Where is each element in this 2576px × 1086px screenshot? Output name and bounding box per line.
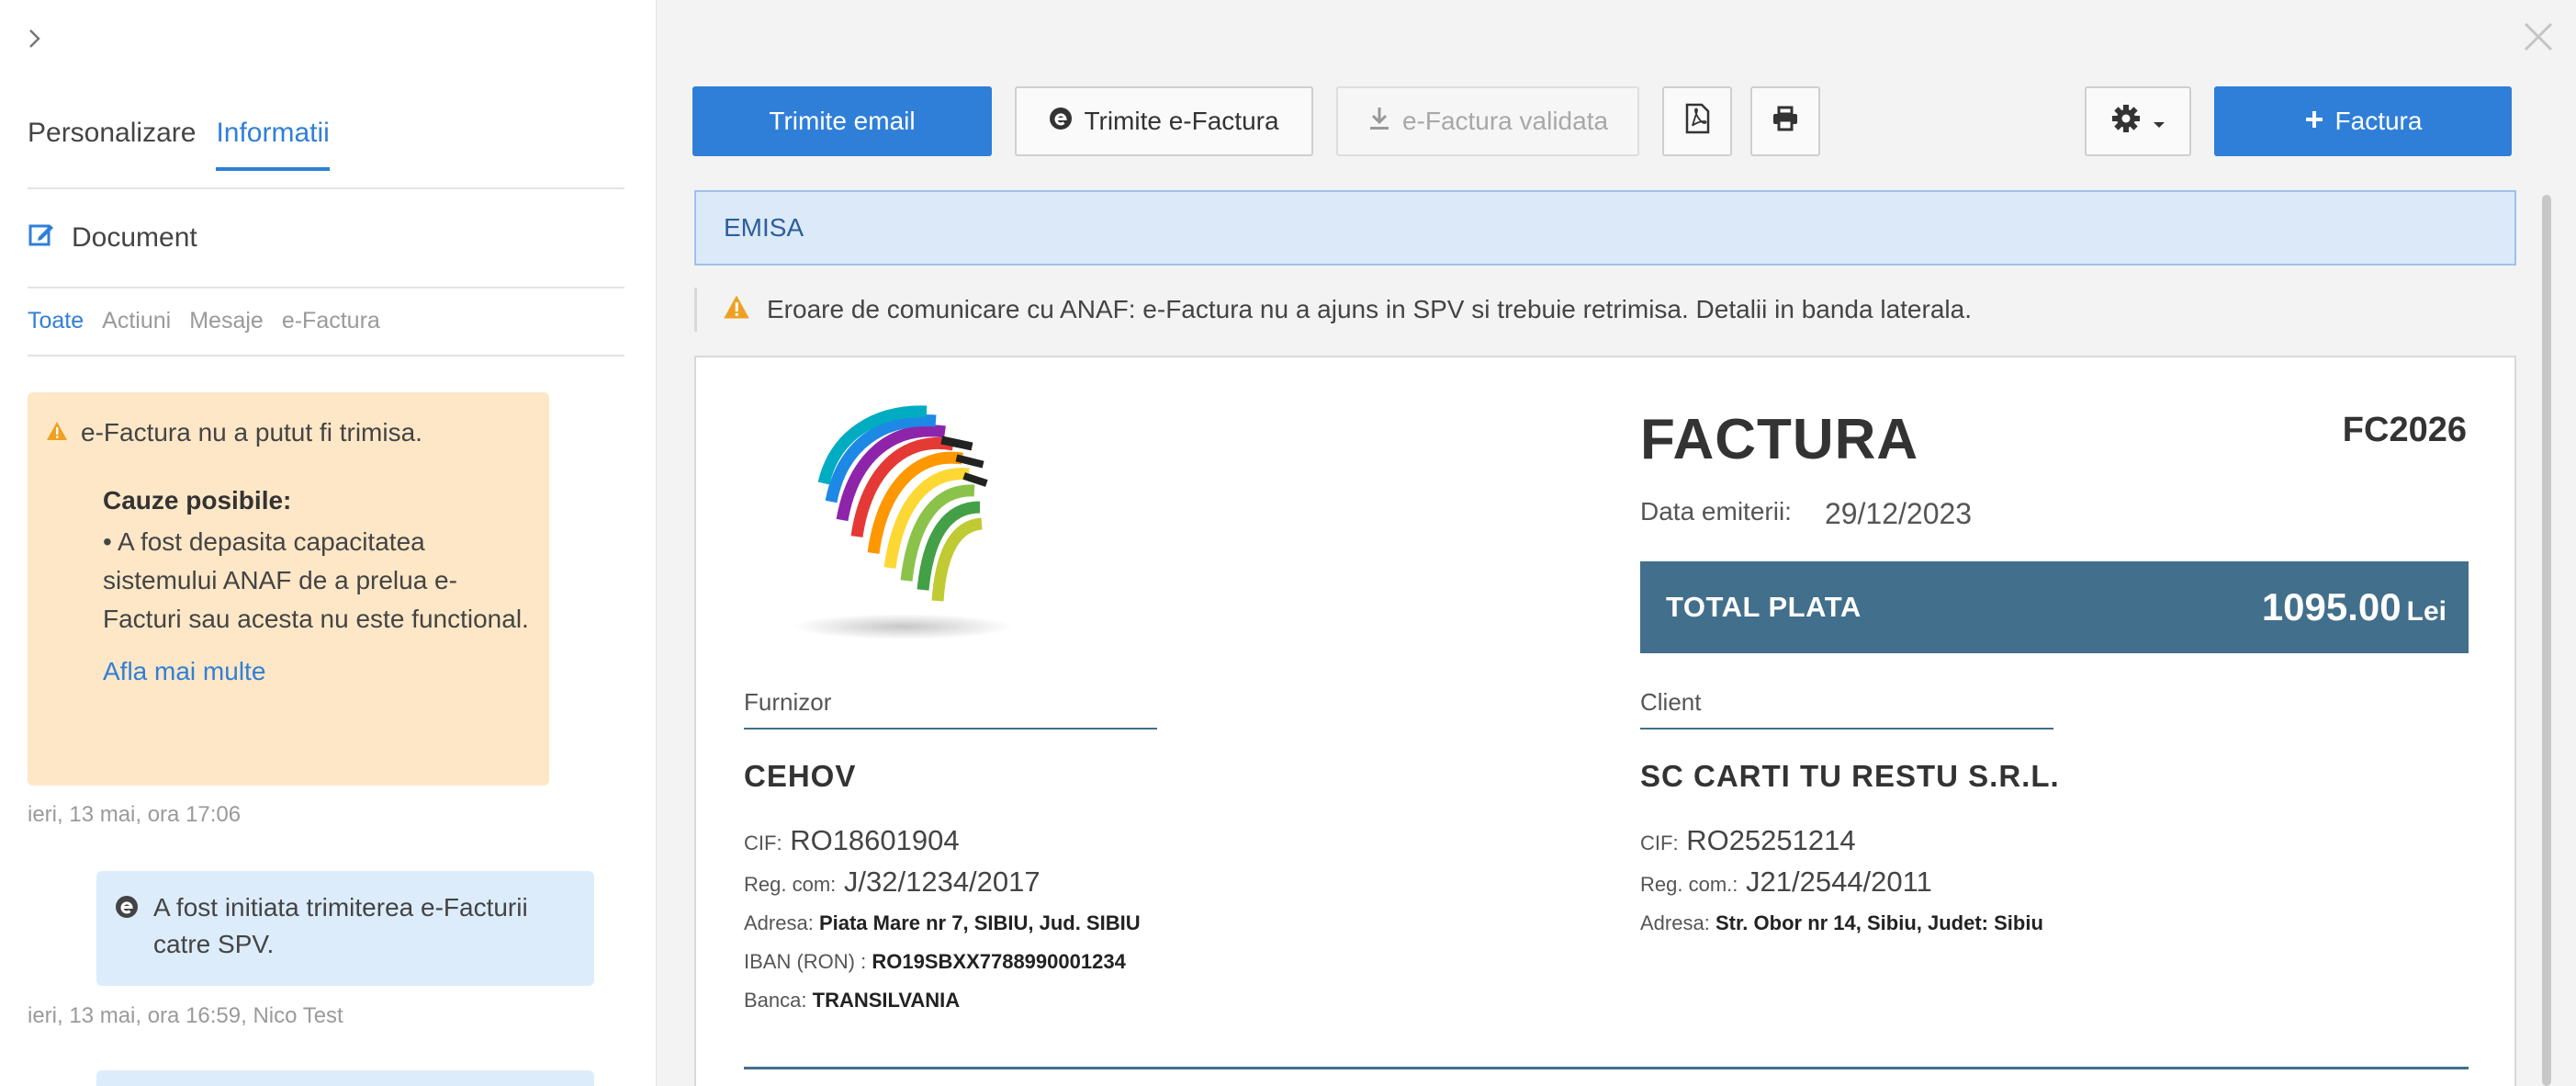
plus-icon	[2304, 107, 2324, 136]
client-block: Client SC CARTI TU RESTU S.R.L. CIF: RO2…	[1640, 688, 2060, 943]
print-button[interactable]	[1750, 86, 1820, 156]
close-icon[interactable]	[2518, 17, 2559, 57]
cif-value: RO25251214	[1686, 824, 1856, 856]
printer-icon	[1772, 105, 1799, 139]
new-invoice-label: Factura	[2334, 107, 2423, 135]
cif-label: CIF:	[744, 831, 782, 854]
supplier-bank: Banca: TRANSILVANIA	[744, 981, 1157, 1020]
total-value: 1095.00	[2261, 585, 2402, 628]
client-label: Client	[1640, 688, 2053, 730]
document-header[interactable]: Document	[28, 221, 197, 255]
alert-text: Eroare de comunicare cu ANAF: e-Factura …	[767, 295, 1972, 323]
gear-icon	[2110, 103, 2142, 141]
warning-icon	[723, 294, 750, 326]
chevron-right-icon[interactable]	[22, 26, 48, 51]
reg-value: J/32/1234/2017	[843, 865, 1041, 898]
filter-efactura[interactable]: e-Factura	[282, 308, 380, 334]
supplier-block: Furnizor CEHOV CIF: RO18601904 Reg. com:…	[744, 688, 1157, 1020]
currency: Lei	[2406, 596, 2447, 627]
iban-label: IBAN (RON) :	[744, 950, 867, 973]
divider	[28, 355, 624, 356]
send-efactura-button[interactable]: Trimite e-Factura	[1015, 86, 1313, 156]
reg-value: J21/2544/2011	[1746, 865, 1932, 898]
client-cif: CIF: RO25251214	[1640, 821, 2060, 863]
efactura-validated-label: e-Factura validata	[1401, 107, 1609, 135]
efactura-info-card: A fost initiata trimiterea e-Facturii ca…	[96, 871, 594, 986]
status-badge: EMISA	[694, 190, 2516, 266]
activity-filters: Toate Actiuni Mesaje e-Factura	[28, 308, 380, 334]
reg-label: Reg. com:	[744, 873, 837, 896]
info-timestamp: ieri, 13 mai, ora 16:59, Nico Test	[28, 1003, 343, 1028]
reg-label: Reg. com.:	[1640, 873, 1738, 896]
download-icon	[1367, 106, 1391, 138]
warning-icon	[46, 418, 68, 447]
issue-date-value: 29/12/2023	[1824, 497, 1973, 530]
section-divider	[744, 1067, 2469, 1069]
issue-date-label: Data emiterii:	[1640, 497, 1792, 526]
info-sidebar: Personalizare Informatii Document Toate …	[0, 0, 657, 1086]
send-email-label: Trimite email	[769, 107, 916, 135]
iban-value: RO19SBXX7788990001234	[872, 950, 1126, 973]
bank-label: Banca:	[744, 989, 807, 1012]
filter-mesaje[interactable]: Mesaje	[189, 308, 264, 334]
send-efactura-label: Trimite e-Factura	[1084, 107, 1279, 135]
divider	[28, 287, 624, 288]
tab-informatii[interactable]: Informatii	[216, 118, 330, 171]
efactura-warning-card: e-Factura nu a putut fi trimisa. Cauze p…	[28, 392, 549, 786]
settings-dropdown-button[interactable]	[2085, 86, 2191, 156]
sidebar-tabs: Personalizare Informatii	[28, 118, 330, 171]
efactura-validated-button[interactable]: e-Factura validata	[1336, 86, 1639, 156]
client-address: Adresa: Str. Obor nr 14, Sibiu, Judet: S…	[1640, 904, 2060, 943]
learn-more-link[interactable]: Afla mai multe	[103, 657, 525, 686]
supplier-reg: Reg. com: J/32/1234/2017	[744, 863, 1157, 904]
invoice-title: FACTURA	[1640, 408, 1919, 471]
cif-value: RO18601904	[790, 824, 960, 856]
supplier-cif: CIF: RO18601904	[744, 821, 1157, 863]
company-logo	[765, 399, 1022, 647]
address-value: Piata Mare nr 7, SIBIU, Jud. SIBIU	[818, 911, 1141, 934]
issue-date: Data emiterii: 29/12/2023	[1640, 497, 1972, 531]
efactura-icon	[1049, 107, 1073, 137]
efactura-icon	[115, 895, 139, 986]
filter-toate[interactable]: Toate	[28, 308, 84, 334]
cause-item: • A fost depasita capacitatea sistemului…	[103, 527, 529, 633]
total-label: TOTAL PLATA	[1666, 591, 1862, 623]
divider	[28, 187, 624, 189]
next-activity-card	[96, 1070, 594, 1086]
new-invoice-button[interactable]: Factura	[2214, 86, 2512, 156]
document-label: Document	[72, 222, 197, 253]
send-email-button[interactable]: Trimite email	[692, 86, 992, 156]
address-value: Str. Obor nr 14, Sibiu, Judet: Sibiu	[1715, 911, 2043, 934]
caret-down-icon	[2153, 107, 2165, 136]
address-label: Adresa:	[744, 911, 814, 934]
total-payment-bar: TOTAL PLATA 1095.00 Lei	[1640, 561, 2469, 653]
warning-timestamp: ieri, 13 mai, ora 17:06	[28, 802, 242, 827]
tab-personalizare[interactable]: Personalizare	[28, 118, 196, 171]
warning-title: e-Factura nu a putut fi trimisa.	[81, 418, 422, 447]
client-reg: Reg. com.: J21/2544/2011	[1640, 863, 2060, 904]
supplier-iban: IBAN (RON) : RO19SBXX7788990001234	[744, 943, 1157, 981]
client-name: SC CARTI TU RESTU S.R.L.	[1640, 759, 2060, 793]
supplier-label: Furnizor	[744, 688, 1157, 730]
info-text: A fost initiata trimiterea e-Facturii ca…	[153, 893, 528, 958]
bank-value: TRANSILVANIA	[812, 989, 961, 1012]
supplier-name: CEHOV	[744, 759, 857, 793]
pdf-icon	[1684, 103, 1710, 141]
filter-actiuni[interactable]: Actiuni	[102, 308, 171, 334]
causes-title: Cauze posibile:	[103, 486, 292, 515]
anaf-error-alert: Eroare de comunicare cu ANAF: e-Factura …	[694, 288, 1972, 332]
edit-icon	[28, 221, 55, 255]
invoice-toolbar: Trimite email Trimite e-Factura e-Factur…	[692, 86, 2512, 156]
cif-label: CIF:	[1640, 831, 1679, 854]
supplier-address: Adresa: Piata Mare nr 7, SIBIU, Jud. SIB…	[744, 904, 1157, 943]
address-label: Adresa:	[1640, 911, 1710, 934]
vertical-scrollbar[interactable]	[2542, 195, 2551, 1086]
pdf-button[interactable]	[1662, 86, 1732, 156]
invoice-preview: FACTURA FC2026 Data emiterii: 29/12/2023…	[694, 356, 2516, 1086]
total-amount: 1095.00 Lei	[2262, 585, 2447, 629]
invoice-number: FC2026	[2342, 411, 2467, 449]
